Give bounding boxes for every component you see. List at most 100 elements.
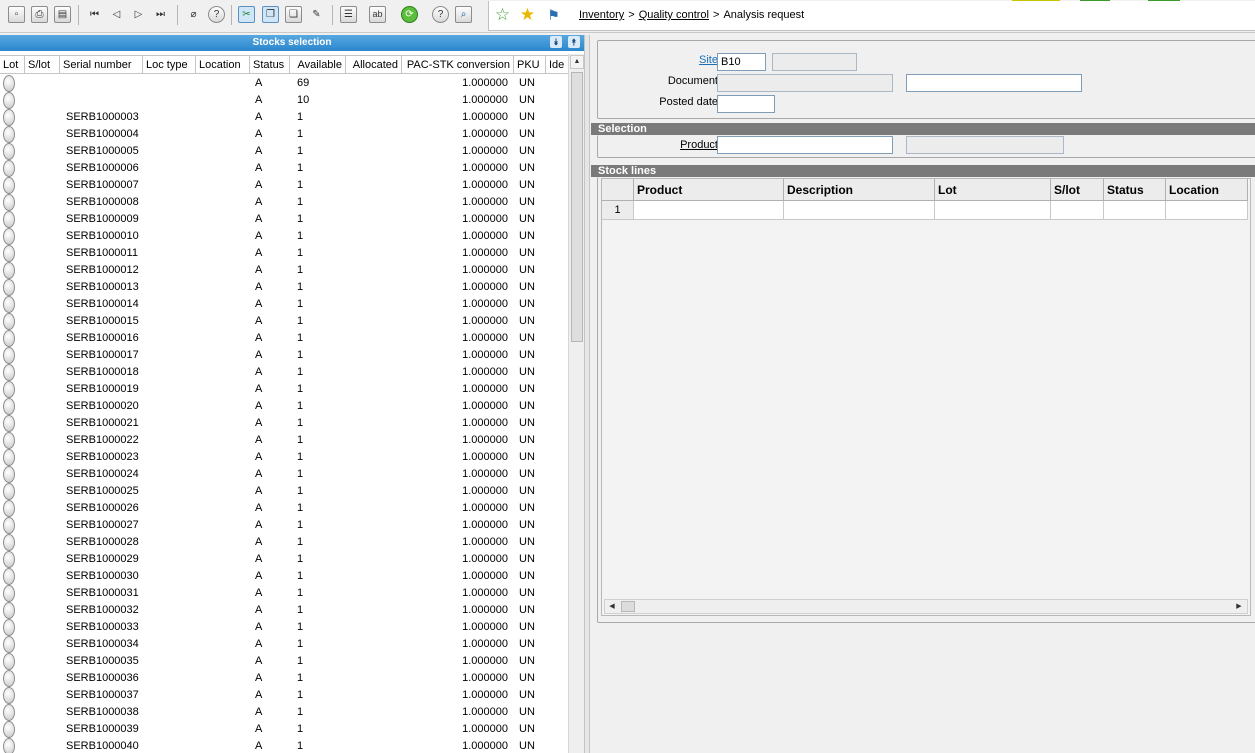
- stock-lines-header-product[interactable]: Product: [634, 179, 784, 201]
- first-record-icon[interactable]: ⏮: [86, 6, 103, 23]
- site-field[interactable]: B10: [717, 53, 766, 71]
- refresh-icon[interactable]: ⟳: [401, 6, 418, 23]
- stock-row[interactable]: SERB1000021 A 1 1.000000 UN: [0, 415, 568, 432]
- column-header-pac-stk-conversion[interactable]: PAC-STK conversion: [402, 55, 514, 74]
- row-select-radio[interactable]: [3, 143, 15, 160]
- stock-row[interactable]: SERB1000022 A 1 1.000000 UN: [0, 432, 568, 449]
- stock-row[interactable]: SERB1000040 A 1 1.000000 UN: [0, 738, 568, 753]
- stock-row[interactable]: SERB1000031 A 1 1.000000 UN: [0, 585, 568, 602]
- stock-row[interactable]: A 69 1.000000 UN: [0, 75, 568, 92]
- row-select-radio[interactable]: [3, 483, 15, 500]
- stock-row[interactable]: SERB1000030 A 1 1.000000 UN: [0, 568, 568, 585]
- row-select-radio[interactable]: [3, 228, 15, 245]
- stock-row[interactable]: SERB1000032 A 1 1.000000 UN: [0, 602, 568, 619]
- search-icon[interactable]: ⌕: [455, 6, 472, 23]
- row-select-radio[interactable]: [3, 347, 15, 364]
- row-select-radio[interactable]: [3, 381, 15, 398]
- stock-row[interactable]: SERB1000004 A 1 1.000000 UN: [0, 126, 568, 143]
- row-select-radio[interactable]: [3, 245, 15, 262]
- stock-row[interactable]: SERB1000029 A 1 1.000000 UN: [0, 551, 568, 568]
- stock-row[interactable]: SERB1000013 A 1 1.000000 UN: [0, 279, 568, 296]
- cut-icon[interactable]: ✂: [238, 6, 255, 23]
- stock-row[interactable]: SERB1000017 A 1 1.000000 UN: [0, 347, 568, 364]
- signpost-icon[interactable]: ⚑: [545, 6, 562, 23]
- column-header-allocated[interactable]: Allocated: [346, 55, 402, 74]
- row-select-radio[interactable]: [3, 449, 15, 466]
- scroll-thumb[interactable]: [571, 72, 583, 342]
- attachment-icon[interactable]: ⌀: [185, 6, 202, 23]
- row-select-radio[interactable]: [3, 211, 15, 228]
- scroll-right-icon[interactable]: ▶: [1233, 601, 1245, 612]
- row-select-radio[interactable]: [3, 160, 15, 177]
- row-select-radio[interactable]: [3, 75, 15, 92]
- row-select-radio[interactable]: [3, 517, 15, 534]
- document-extra-field[interactable]: [906, 74, 1082, 92]
- stock-row[interactable]: SERB1000009 A 1 1.000000 UN: [0, 211, 568, 228]
- row-select-radio[interactable]: [3, 177, 15, 194]
- horizontal-scroll-thumb[interactable]: [621, 601, 635, 612]
- text-field-icon[interactable]: ab: [369, 6, 386, 23]
- row-select-radio[interactable]: [3, 568, 15, 585]
- stock-row[interactable]: SERB1000012 A 1 1.000000 UN: [0, 262, 568, 279]
- paste-icon[interactable]: ❏: [285, 6, 302, 23]
- row-select-radio[interactable]: [3, 602, 15, 619]
- row-select-radio[interactable]: [3, 415, 15, 432]
- collapse-up-icon[interactable]: ⯭: [568, 36, 580, 48]
- stock-row[interactable]: SERB1000010 A 1 1.000000 UN: [0, 228, 568, 245]
- previous-record-icon[interactable]: ◁: [108, 6, 125, 23]
- stock-lines-header-status[interactable]: Status: [1104, 179, 1166, 201]
- print-icon[interactable]: ⎙: [31, 6, 48, 23]
- row-select-radio[interactable]: [3, 585, 15, 602]
- collapse-down-icon[interactable]: ⯯: [550, 36, 562, 48]
- stock-row[interactable]: SERB1000016 A 1 1.000000 UN: [0, 330, 568, 347]
- stock-row[interactable]: SERB1000015 A 1 1.000000 UN: [0, 313, 568, 330]
- row-select-radio[interactable]: [3, 432, 15, 449]
- stock-row[interactable]: SERB1000014 A 1 1.000000 UN: [0, 296, 568, 313]
- stock-lines-header-s-lot[interactable]: S/lot: [1051, 179, 1104, 201]
- stock-row[interactable]: SERB1000011 A 1 1.000000 UN: [0, 245, 568, 262]
- stock-row[interactable]: SERB1000019 A 1 1.000000 UN: [0, 381, 568, 398]
- stock-row[interactable]: SERB1000038 A 1 1.000000 UN: [0, 704, 568, 721]
- copy-icon[interactable]: ❐: [262, 6, 279, 23]
- row-select-radio[interactable]: [3, 653, 15, 670]
- row-select-radio[interactable]: [3, 687, 15, 704]
- stock-row[interactable]: SERB1000026 A 1 1.000000 UN: [0, 500, 568, 517]
- stock-row[interactable]: SERB1000027 A 1 1.000000 UN: [0, 517, 568, 534]
- row-select-radio[interactable]: [3, 279, 15, 296]
- stock-row[interactable]: SERB1000023 A 1 1.000000 UN: [0, 449, 568, 466]
- column-header-location[interactable]: Location: [196, 55, 250, 74]
- stock-lines-cell-s-lot[interactable]: [1051, 201, 1104, 220]
- row-select-radio[interactable]: [3, 109, 15, 126]
- stock-row[interactable]: SERB1000006 A 1 1.000000 UN: [0, 160, 568, 177]
- stock-row[interactable]: SERB1000039 A 1 1.000000 UN: [0, 721, 568, 738]
- stock-row[interactable]: SERB1000025 A 1 1.000000 UN: [0, 483, 568, 500]
- scroll-up-icon[interactable]: ▲: [570, 55, 584, 69]
- column-header-ide[interactable]: Ide: [546, 55, 570, 74]
- stock-row[interactable]: SERB1000003 A 1 1.000000 UN: [0, 109, 568, 126]
- stock-row[interactable]: SERB1000018 A 1 1.000000 UN: [0, 364, 568, 381]
- row-select-radio[interactable]: [3, 126, 15, 143]
- column-header-pku[interactable]: PKU: [514, 55, 546, 74]
- stock-row[interactable]: A 10 1.000000 UN: [0, 92, 568, 109]
- next-record-icon[interactable]: ▷: [130, 6, 147, 23]
- stock-row[interactable]: SERB1000020 A 1 1.000000 UN: [0, 398, 568, 415]
- stock-row[interactable]: SERB1000008 A 1 1.000000 UN: [0, 194, 568, 211]
- stock-row[interactable]: SERB1000037 A 1 1.000000 UN: [0, 687, 568, 704]
- stock-lines-cell-description[interactable]: [784, 201, 935, 220]
- column-header-s-lot[interactable]: S/lot: [25, 55, 60, 74]
- row-select-radio[interactable]: [3, 364, 15, 381]
- stock-row[interactable]: SERB1000036 A 1 1.000000 UN: [0, 670, 568, 687]
- stocks-vertical-scrollbar[interactable]: ▲: [568, 54, 584, 753]
- row-select-radio[interactable]: [3, 262, 15, 279]
- row-select-radio[interactable]: [3, 551, 15, 568]
- row-select-radio[interactable]: [3, 500, 15, 517]
- scroll-left-icon[interactable]: ◀: [606, 601, 618, 612]
- stock-lines-horizontal-scrollbar[interactable]: ◀ ▶: [604, 599, 1248, 614]
- column-header-lot[interactable]: Lot: [0, 55, 25, 74]
- row-select-radio[interactable]: [3, 619, 15, 636]
- last-record-icon[interactable]: ⏭: [152, 6, 169, 23]
- breadcrumb-quality-control-link[interactable]: Quality control: [639, 9, 709, 21]
- help-icon[interactable]: ?: [208, 6, 225, 23]
- row-select-radio[interactable]: [3, 92, 15, 109]
- column-header-status[interactable]: Status: [250, 55, 290, 74]
